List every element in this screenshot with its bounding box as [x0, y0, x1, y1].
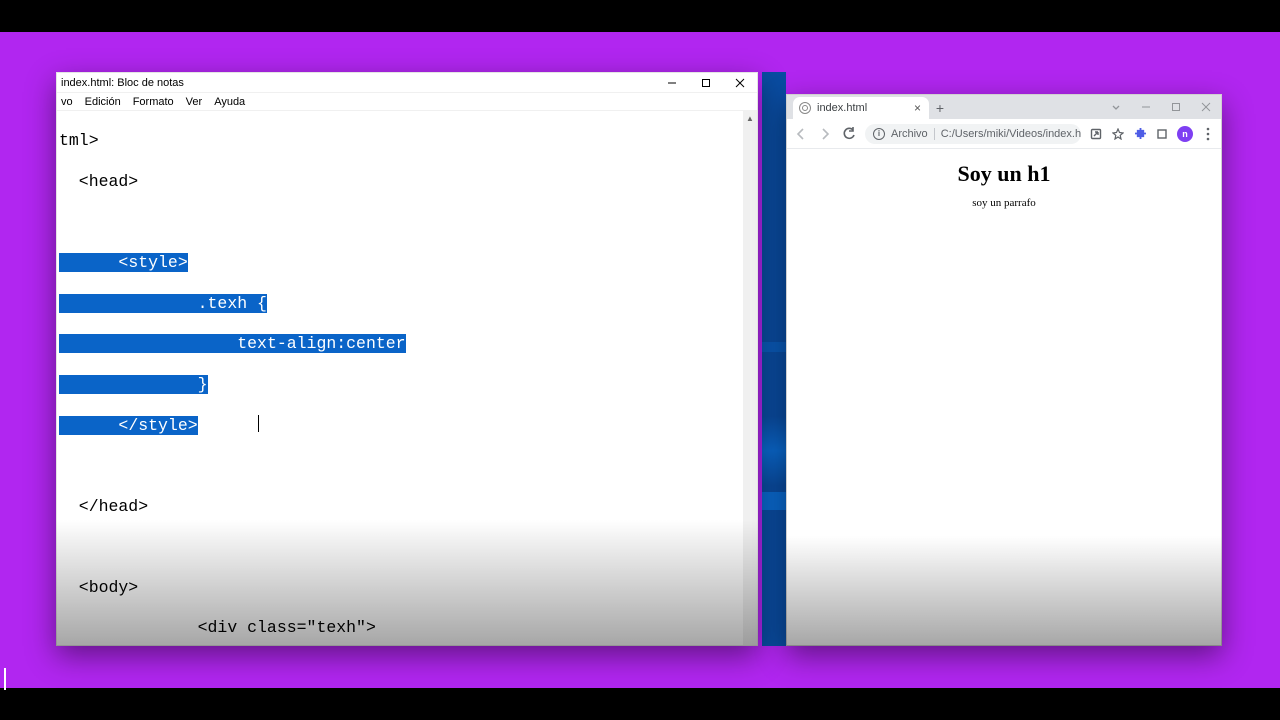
scroll-up-icon[interactable]: ▲ [743, 111, 757, 125]
code-line: <head> [59, 172, 138, 191]
menu-archivo[interactable]: vo [61, 96, 73, 108]
chrome-tab[interactable]: index.html × [793, 97, 929, 119]
profile-avatar[interactable]: n [1177, 126, 1193, 142]
share-icon[interactable] [1089, 127, 1103, 141]
notepad-title: index.html: Bloc de notas [61, 77, 184, 89]
new-tab-button[interactable]: + [929, 97, 951, 119]
tab-title: index.html [817, 102, 867, 114]
notepad-menu-bar: vo Edición Formato Ver Ayuda [57, 93, 757, 111]
minimize-button[interactable] [655, 73, 689, 92]
code-selection [59, 294, 198, 313]
code-selection [59, 375, 198, 394]
text-caret [258, 415, 259, 432]
tab-close-icon[interactable]: × [914, 102, 921, 114]
code-line: <div class="texh"> [59, 618, 376, 637]
chrome-minimize-button[interactable] [1131, 95, 1161, 119]
code-selection: } [198, 375, 208, 394]
notepad-window: index.html: Bloc de notas vo Edición For… [56, 72, 758, 646]
rendered-page: Soy un h1 soy un parrafo [787, 149, 1221, 645]
chrome-toolbar: i Archivo C:/Users/miki/Videos/index.htm… [787, 119, 1221, 149]
code-selection [59, 253, 118, 272]
code-selection: .texh { [198, 294, 267, 313]
bookmark-icon[interactable] [1111, 127, 1125, 141]
chrome-tab-strip: index.html × + [787, 95, 1221, 119]
chrome-maximize-button[interactable] [1161, 95, 1191, 119]
notepad-title-bar[interactable]: index.html: Bloc de notas [57, 73, 757, 93]
letterbox-bottom [0, 688, 1280, 720]
code-line: tml> [59, 131, 99, 150]
notepad-editor[interactable]: tml> <head> <style> .texh { text-align:c… [57, 111, 757, 645]
back-button[interactable] [793, 126, 809, 142]
separator [934, 128, 935, 140]
menu-edicion[interactable]: Edición [85, 96, 121, 108]
code-line: <body> [59, 578, 138, 597]
reload-button[interactable] [841, 126, 857, 142]
maximize-button[interactable] [689, 73, 723, 92]
chrome-search-tabs-icon[interactable] [1101, 95, 1131, 119]
notepad-scrollbar[interactable]: ▲ [743, 111, 757, 645]
code-selection: text-align:center [237, 334, 405, 353]
code-selection [59, 334, 237, 353]
taskbar-edge [762, 72, 786, 646]
menu-formato[interactable]: Formato [133, 96, 174, 108]
forward-button[interactable] [817, 126, 833, 142]
extensions-icon-2[interactable] [1155, 127, 1169, 141]
menu-ver[interactable]: Ver [186, 96, 203, 108]
kebab-menu-icon[interactable] [1201, 127, 1215, 141]
close-button[interactable] [723, 73, 757, 92]
site-info-icon[interactable]: i [873, 128, 885, 140]
avatar-initial: n [1182, 129, 1188, 139]
page-h1: Soy un h1 [787, 161, 1221, 187]
page-paragraph: soy un parrafo [787, 197, 1221, 209]
code-selection [59, 416, 118, 435]
letterbox-top [0, 0, 1280, 32]
address-path: C:/Users/miki/Videos/index.html [941, 128, 1081, 140]
code-selection: <style> [118, 253, 187, 272]
address-bar[interactable]: i Archivo C:/Users/miki/Videos/index.htm… [865, 124, 1081, 144]
code-line: </head> [59, 497, 148, 516]
chrome-close-button[interactable] [1191, 95, 1221, 119]
text-cursor-indicator [4, 668, 6, 690]
extensions-icon[interactable] [1133, 127, 1147, 141]
globe-icon [799, 102, 811, 114]
menu-ayuda[interactable]: Ayuda [214, 96, 245, 108]
address-scheme: Archivo [891, 128, 928, 140]
code-selection: </style> [118, 416, 197, 435]
chrome-window: index.html × + [786, 94, 1222, 646]
